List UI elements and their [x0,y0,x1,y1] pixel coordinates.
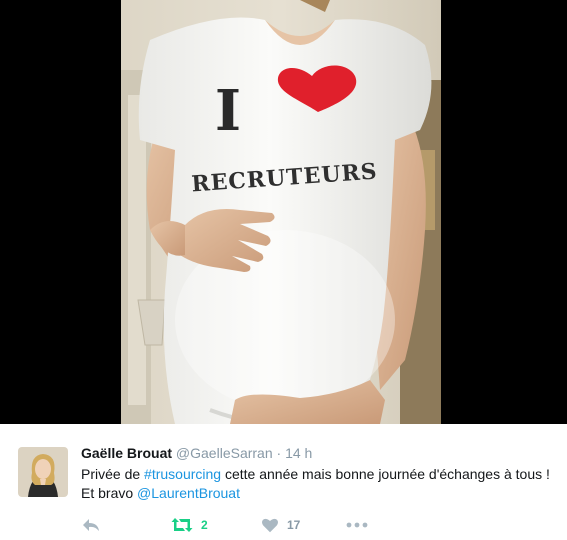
hashtag-link[interactable]: #trusourcing [144,466,221,482]
author-username[interactable]: @GaelleSarran [176,445,273,461]
reply-icon [83,519,99,531]
like-count: 17 [287,518,301,532]
tweet-text: Privée de #trusourcing cette année mais … [81,465,551,503]
retweet-count: 2 [201,518,208,532]
tweet-timestamp[interactable]: 14 h [285,445,312,461]
tweet-actions: 2 17 [81,515,381,535]
author-fullname[interactable]: Gaëlle Brouat [81,445,172,461]
heart-icon [262,518,278,533]
reply-button[interactable] [81,515,101,535]
tweet-header: Gaëlle Brouat @GaelleSarran · 14 h [81,444,312,462]
header-separator: · [276,445,282,461]
tweet-text-start: Privée de [81,466,145,482]
tweet-card: I RECRUTEURS Gaëlle Brouat @GaelleSarran… [0,0,567,540]
more-button[interactable] [346,515,368,535]
more-icon [346,522,368,528]
retweet-button[interactable]: 2 [171,515,208,535]
mention-link[interactable]: @LaurentBrouat [137,485,240,501]
avatar[interactable] [18,447,68,497]
retweet-icon [171,518,193,532]
like-button[interactable]: 17 [261,515,300,535]
tweet-photo[interactable]: I RECRUTEURS [0,0,567,424]
shirt-letter-i: I [215,78,241,144]
